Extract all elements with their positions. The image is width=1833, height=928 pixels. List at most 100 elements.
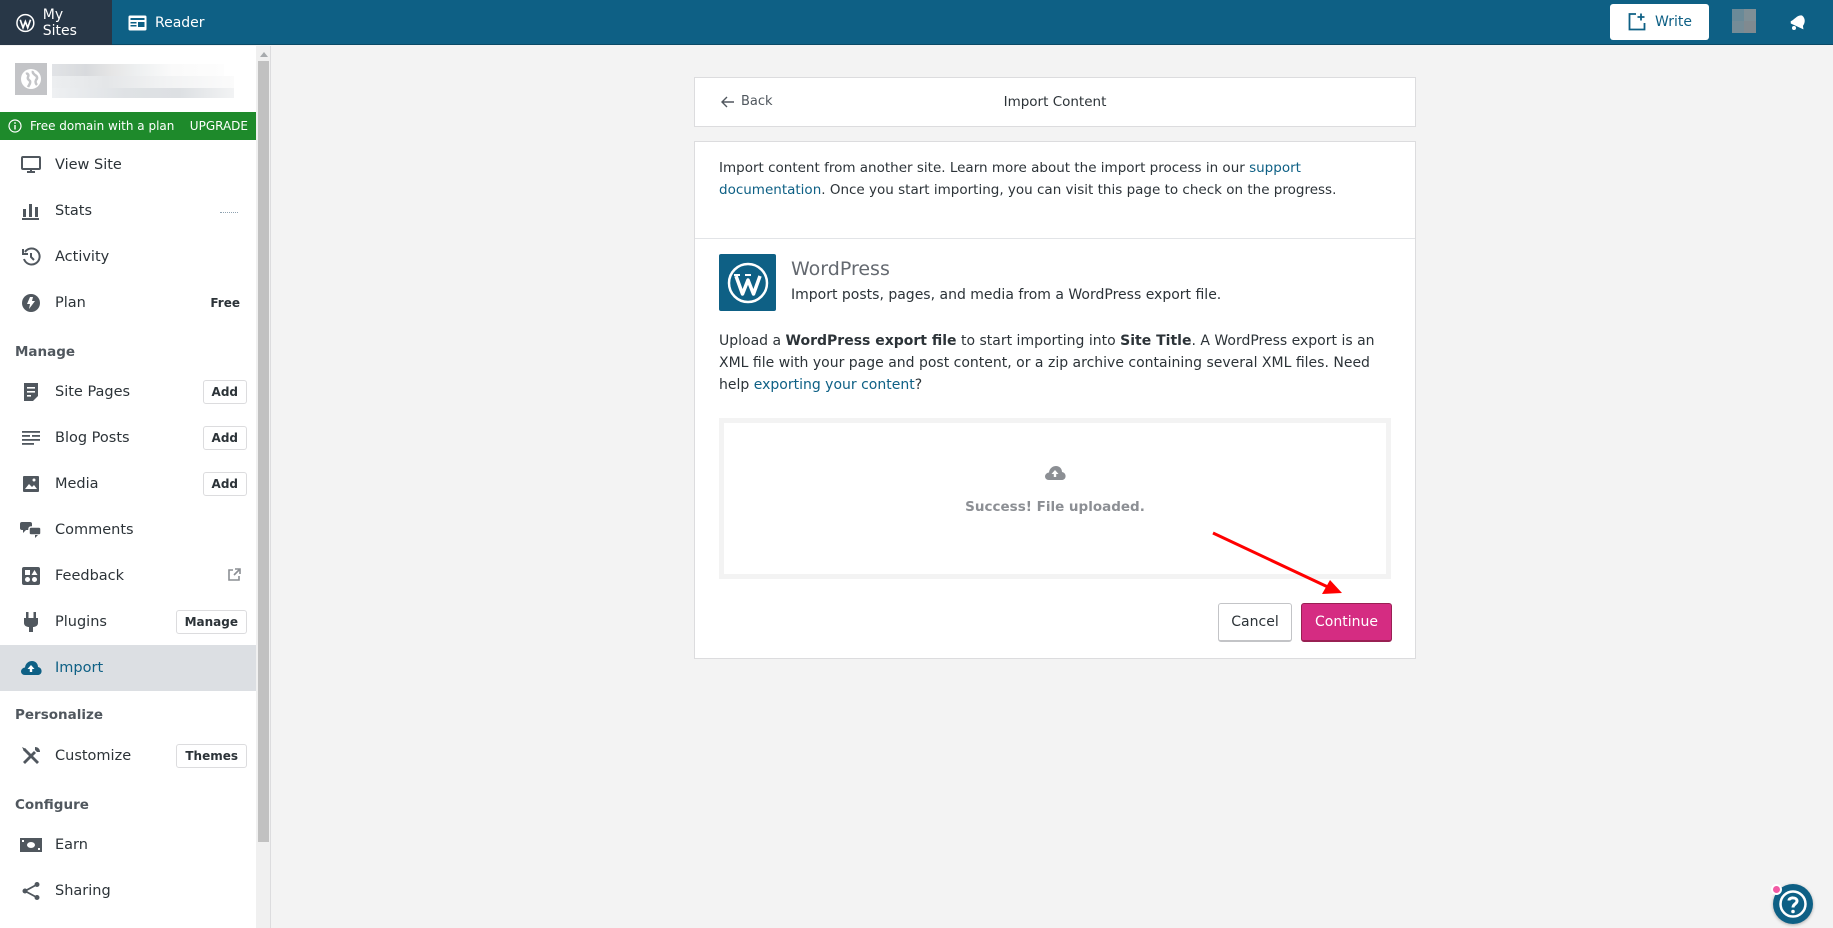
site-name-blurred xyxy=(52,64,224,76)
sidebar-item-label: Activity xyxy=(55,249,110,265)
sidebar-item-label: Comments xyxy=(55,522,134,538)
text: Upload a xyxy=(719,333,786,349)
importer-card: Import content from another site. Learn … xyxy=(694,141,1416,659)
sidebar-item-label: Import xyxy=(55,660,104,676)
posts-icon xyxy=(20,427,42,449)
wordpress-icon xyxy=(16,13,35,32)
text: ? xyxy=(914,377,923,393)
globe-icon xyxy=(15,63,47,95)
sidebar-item-blog-posts[interactable]: Blog Posts Add xyxy=(0,415,256,461)
section-heading-configure: Configure xyxy=(15,797,89,813)
cancel-button[interactable]: Cancel xyxy=(1218,603,1292,642)
monitor-icon xyxy=(20,154,42,176)
stats-icon xyxy=(20,200,42,222)
help-notification-dot xyxy=(1771,884,1782,895)
sidebar-item-label: Site Pages xyxy=(55,384,131,400)
sidebar-item-label: Feedback xyxy=(55,568,125,584)
scrollbar-thumb[interactable] xyxy=(258,61,269,842)
add-page-button[interactable]: Add xyxy=(202,380,247,404)
sidebar-item-customize[interactable]: Customize Themes xyxy=(0,733,256,779)
sidebar-item-label: View Site xyxy=(55,157,122,173)
sidebar-scrollbar[interactable] xyxy=(256,46,271,928)
site-title-text: Site Title xyxy=(1120,333,1192,349)
sidebar-item-plan[interactable]: Plan Free xyxy=(0,280,256,326)
section-heading-manage: Manage xyxy=(15,344,76,360)
plan-badge: Free xyxy=(210,296,240,310)
sidebar-item-label: Earn xyxy=(55,837,88,853)
exporting-content-link[interactable]: exporting your content xyxy=(754,377,915,393)
sidebar-item-site-pages[interactable]: Site Pages Add xyxy=(0,369,256,415)
sidebar-item-stats[interactable]: Stats xyxy=(0,188,256,234)
page-icon xyxy=(20,381,42,403)
sidebar-item-plugins[interactable]: Plugins Manage xyxy=(0,599,256,645)
text: to start importing into xyxy=(956,333,1121,349)
section-heading-personalize: Personalize xyxy=(15,707,104,723)
add-post-button[interactable]: Add xyxy=(202,426,247,450)
sidebar-item-label: Blog Posts xyxy=(55,430,130,446)
site-url-blurred xyxy=(52,88,234,98)
my-sites-label: My Sites xyxy=(42,6,77,39)
wordpress-logo-icon xyxy=(719,254,776,311)
my-sites-tab[interactable]: My Sites xyxy=(0,0,112,45)
notifications-icon[interactable] xyxy=(1786,11,1808,37)
intro-text-part: Import content from another site. Learn … xyxy=(719,160,1250,176)
sidebar-item-label: Customize xyxy=(55,748,132,764)
upsell-nudge[interactable]: Free domain with a plan UPGRADE xyxy=(0,112,256,140)
file-dropzone[interactable]: Success! File uploaded. xyxy=(719,418,1391,579)
continue-button[interactable]: Continue xyxy=(1301,603,1392,642)
write-button[interactable]: Write xyxy=(1610,4,1709,40)
sidebar-item-label: Sharing xyxy=(55,883,111,899)
feedback-icon xyxy=(20,565,42,587)
sidebar-item-label: Media xyxy=(55,476,99,492)
scroll-up-arrow[interactable] xyxy=(260,52,268,57)
bold-text: WordPress export file xyxy=(785,333,957,349)
tools-icon xyxy=(20,745,42,767)
intro-text-part: . Once you start importing, you can visi… xyxy=(821,181,1337,198)
sidebar-item-label: Stats xyxy=(55,203,93,219)
upload-instructions: Upload a WordPress export file to start … xyxy=(719,330,1389,396)
image-icon xyxy=(20,473,42,495)
divider xyxy=(695,238,1415,239)
page-title: Import Content xyxy=(1003,94,1107,110)
sidebar-item-import[interactable]: Import xyxy=(0,645,256,691)
write-label: Write xyxy=(1655,14,1692,30)
external-link-icon xyxy=(226,567,242,587)
upsell-text: Free domain with a plan xyxy=(30,119,175,133)
write-icon xyxy=(1628,13,1646,31)
reader-icon xyxy=(128,15,147,30)
info-icon xyxy=(8,119,22,133)
plugins-icon xyxy=(20,611,42,633)
sidebar-item-label: Plugins xyxy=(55,614,107,630)
history-icon xyxy=(20,246,42,268)
importer-title: WordPress xyxy=(791,258,890,280)
sidebar-item-sharing[interactable]: Sharing xyxy=(0,868,256,914)
manage-plugins-button[interactable]: Manage xyxy=(175,610,247,634)
reader-tab[interactable]: Reader xyxy=(112,0,219,45)
money-icon xyxy=(20,834,42,856)
reader-label: Reader xyxy=(155,14,205,31)
plan-icon xyxy=(20,292,42,314)
header-cake: Back Import Content xyxy=(694,77,1416,127)
user-avatar[interactable] xyxy=(1732,9,1756,33)
sidebar-item-media[interactable]: Media Add xyxy=(0,461,256,507)
site-header[interactable] xyxy=(0,46,256,112)
cloud-upload-icon xyxy=(20,657,42,679)
sidebar-item-earn[interactable]: Earn xyxy=(0,822,256,868)
comments-icon xyxy=(20,519,42,541)
upgrade-link[interactable]: UPGRADE xyxy=(190,119,248,133)
importer-description: Import posts, pages, and media from a Wo… xyxy=(791,287,1222,303)
cloud-upload-icon xyxy=(724,465,1386,485)
masterbar: My Sites Reader Write xyxy=(0,0,1833,45)
site-name-blurred xyxy=(52,76,234,88)
intro-text: Import content from another site. Learn … xyxy=(719,158,1389,201)
sidebar-item-comments[interactable]: Comments xyxy=(0,507,256,553)
sidebar-item-view-site[interactable]: View Site xyxy=(0,142,256,188)
sidebar-item-label: Plan xyxy=(55,295,86,311)
add-media-button[interactable]: Add xyxy=(202,472,247,496)
sidebar-item-feedback[interactable]: Feedback xyxy=(0,553,256,599)
sidebar-item-activity[interactable]: Activity xyxy=(0,234,256,280)
themes-button[interactable]: Themes xyxy=(176,744,247,768)
share-icon xyxy=(20,880,42,902)
help-icon xyxy=(1779,890,1807,918)
sidebar: Free domain with a plan UPGRADE View Sit… xyxy=(0,46,256,928)
